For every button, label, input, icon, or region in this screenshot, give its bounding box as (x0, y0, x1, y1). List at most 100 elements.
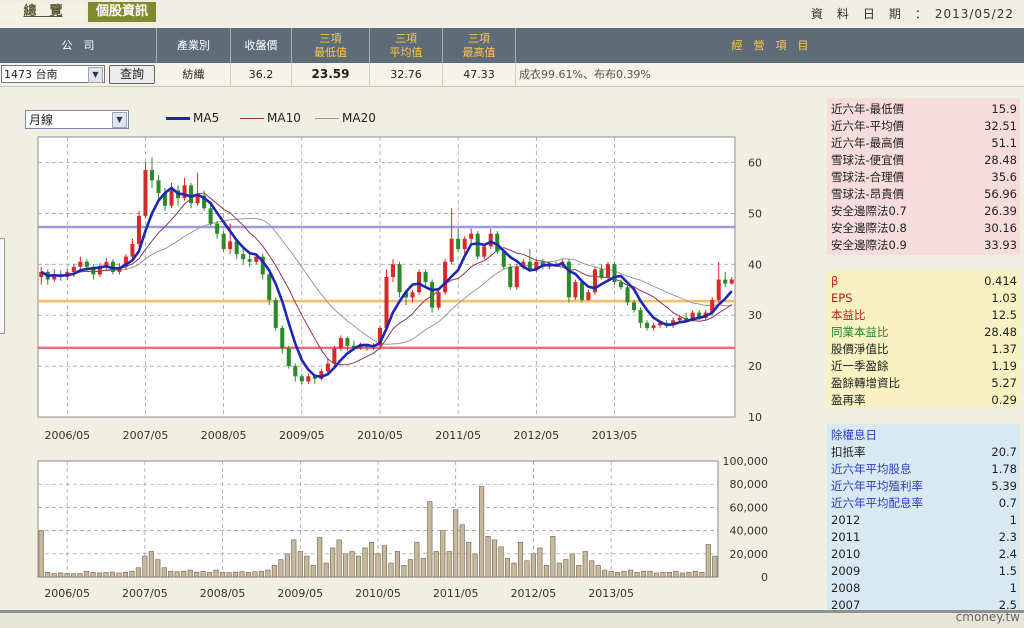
cell-three-low: 23.59 (292, 63, 370, 86)
metric-row: 扣抵率 20.7 (831, 444, 1017, 461)
volume-bar (705, 544, 711, 578)
volume-bar (103, 572, 109, 578)
volume-bar (479, 486, 485, 578)
candle-body (677, 317, 682, 321)
volume-bar (621, 570, 627, 578)
metric-label: 股價淨值比 (831, 342, 889, 356)
period-select[interactable]: 月線 ▼ (25, 110, 129, 129)
candle-body (397, 264, 402, 293)
header-three-high-line2: 最高值 (462, 45, 496, 59)
data-date-label: 資 料 日 期 ： 2013/05/22 (810, 7, 1014, 21)
candle-body (430, 282, 435, 308)
volume-bar (569, 553, 575, 578)
candle-body (651, 325, 656, 328)
metric-value: 35.6 (991, 170, 1017, 184)
volume-bar (129, 570, 135, 578)
metric-label: 除權息日 (831, 428, 877, 442)
candle-body (286, 348, 291, 367)
volume-bar (252, 571, 258, 578)
candle-body (156, 180, 161, 193)
candle-body (208, 208, 213, 224)
candle-body (579, 282, 584, 300)
metric-value: 1.37 (991, 342, 1017, 356)
candle-body (390, 264, 396, 277)
volume-bar (77, 573, 83, 578)
metric-value: 2.3 (998, 530, 1017, 544)
tab-stock-info[interactable]: 個股資訊 (88, 2, 156, 22)
metric-row: 近六年平均配息率 0.7 (831, 495, 1017, 512)
metric-value: 33.93 (984, 238, 1017, 252)
top-bar: 總 覽 個股資訊 資 料 日 期 ： 2013/05/22 (0, 0, 1024, 28)
candle-body (299, 376, 304, 382)
volume-bar (420, 558, 426, 578)
volume-bar (537, 547, 543, 578)
legend-ma20-label: MA20 (342, 111, 376, 125)
volume-x-tick: 2008/05 (200, 587, 246, 600)
candle-body (221, 233, 226, 249)
volume-bar (563, 559, 569, 578)
volume-bar (414, 541, 420, 578)
metric-row: 2012 1 (831, 512, 1017, 529)
legend-ma5-swatch (166, 117, 190, 120)
volume-bar (699, 572, 705, 578)
volume-bar (712, 555, 718, 578)
metric-row: 2009 1.5 (831, 563, 1017, 580)
tab-overview[interactable]: 總 覽 (0, 2, 86, 22)
metric-label: 同業本益比 (831, 325, 889, 339)
volume-bar (466, 541, 472, 578)
candle-body (247, 259, 252, 262)
chevron-down-icon[interactable]: ▼ (88, 67, 103, 83)
volume-bar (258, 570, 264, 578)
candle-body (475, 233, 480, 257)
metric-value: 28.48 (984, 325, 1017, 339)
volume-bar (310, 565, 316, 578)
volume-bar (615, 572, 621, 578)
metric-row: 2011 2.3 (831, 529, 1017, 546)
volume-bar (543, 565, 549, 578)
volume-bar (200, 570, 206, 578)
metric-row: 股價淨值比 1.37 (831, 341, 1017, 358)
volume-bar (284, 553, 290, 578)
company-select[interactable]: 1473 台南 ▼ (1, 65, 105, 83)
chevron-down-icon[interactable]: ▼ (112, 112, 127, 128)
volume-bar (608, 570, 614, 578)
metric-label: 近六年-最高價 (831, 136, 905, 150)
price-x-tick: 2011/05 (435, 429, 481, 442)
legend-ma5-label: MA5 (193, 111, 220, 125)
metric-row: 近六年平均股息 1.78 (831, 461, 1017, 478)
metric-label: 安全邊際法0.8 (831, 221, 907, 235)
volume-x-tick: 2011/05 (433, 587, 479, 600)
volume-bar (330, 547, 336, 578)
volume-bar (207, 572, 213, 578)
volume-bar (485, 536, 491, 578)
metric-label: 2012 (831, 513, 861, 527)
metric-row: 除權息日 (831, 427, 1017, 444)
volume-bar (343, 553, 349, 578)
metric-label: 雪球法-合理價 (831, 170, 905, 184)
volume-y-tick: 80,000 (730, 478, 769, 491)
metric-value: 0.414 (984, 274, 1017, 288)
volume-bar (271, 565, 277, 578)
metric-label: EPS (831, 291, 853, 305)
watermark: cmoney.tw (955, 610, 1020, 624)
volume-bar (213, 569, 219, 578)
volume-bar (38, 530, 44, 578)
metric-label: 雪球法-便宜價 (831, 153, 905, 167)
volume-bar (226, 572, 232, 578)
metric-label: 2011 (831, 530, 861, 544)
query-button[interactable]: 查詢 (109, 65, 155, 84)
metric-value: 1.19 (991, 359, 1017, 373)
legend-ma10-label: MA10 (267, 111, 301, 125)
volume-bar (304, 555, 310, 578)
volume-bar (356, 555, 362, 578)
header-three-high: 三項 最高值 (443, 28, 516, 63)
volume-bar (45, 572, 51, 578)
volume-bar (407, 559, 413, 578)
volume-x-tick: 2013/05 (588, 587, 634, 600)
candle-body (130, 243, 135, 257)
volume-bar (504, 558, 511, 578)
candle-body (306, 376, 311, 382)
candle-body (293, 366, 298, 377)
metric-value: 51.1 (991, 136, 1017, 150)
volume-bar (58, 572, 64, 578)
